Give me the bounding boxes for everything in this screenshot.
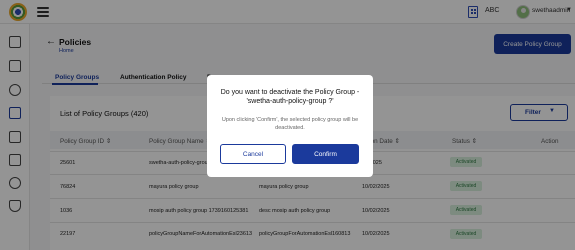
dialog-title: Do you want to deactivate the Policy Gro… xyxy=(220,89,360,105)
confirm-button[interactable]: Confirm xyxy=(292,144,359,164)
dialog-message: Upon clicking 'Confirm', the selected po… xyxy=(221,117,359,131)
cancel-button[interactable]: Cancel xyxy=(220,144,286,164)
